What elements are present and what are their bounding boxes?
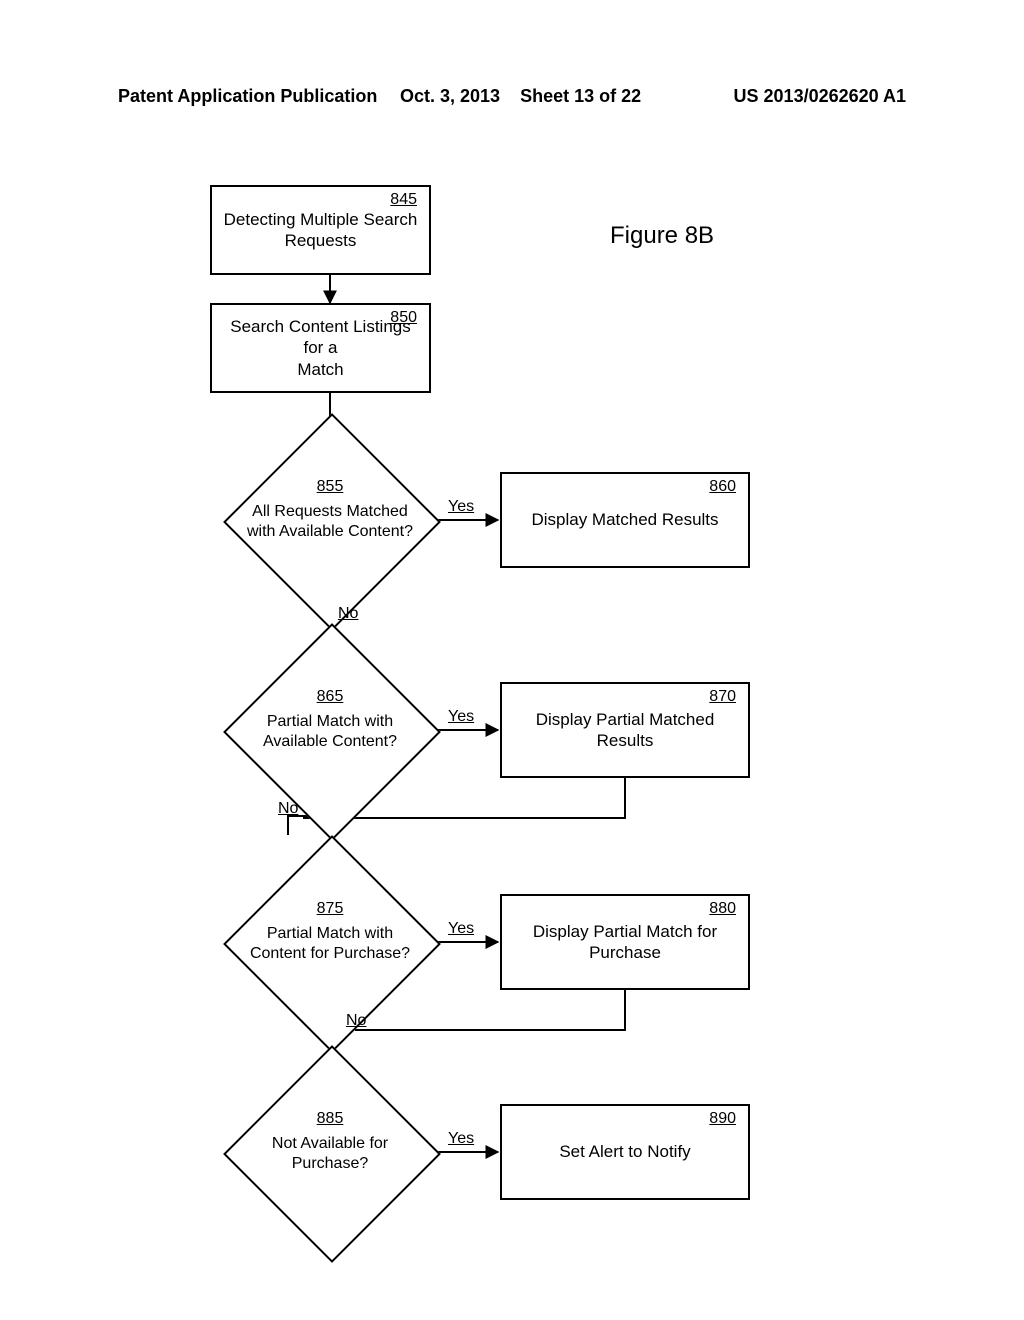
step-890-text: Set Alert to Notify bbox=[549, 1141, 700, 1162]
ref-875: 875 bbox=[238, 900, 422, 918]
label-yes-855: Yes bbox=[448, 498, 474, 516]
decision-865-text: Partial Match withAvailable Content? bbox=[263, 713, 397, 750]
ref-860: 860 bbox=[709, 478, 736, 496]
sheet-number: Sheet 13 of 22 bbox=[520, 86, 641, 106]
step-870: 870 Display Partial Matched Results bbox=[500, 682, 750, 778]
ref-880: 880 bbox=[709, 900, 736, 918]
pub-date-text: Oct. 3, 2013 bbox=[400, 86, 500, 106]
label-no-855: No bbox=[338, 605, 358, 623]
step-880: 880 Display Partial Match forPurchase bbox=[500, 894, 750, 990]
ref-850: 850 bbox=[390, 309, 417, 327]
page: Patent Application Publication Oct. 3, 2… bbox=[0, 0, 1024, 1320]
pub-number: US 2013/0262620 A1 bbox=[734, 86, 906, 107]
label-yes-865: Yes bbox=[448, 708, 474, 726]
step-845: 845 Detecting Multiple SearchRequests bbox=[210, 185, 431, 275]
decision-855: 855 All Requests Matchedwith Available C… bbox=[233, 478, 427, 542]
label-yes-885: Yes bbox=[448, 1130, 474, 1148]
decision-885: 885 Not Available forPurchase? bbox=[250, 1110, 410, 1174]
step-860: 860 Display Matched Results bbox=[500, 472, 750, 568]
figure-label: Figure 8B bbox=[610, 222, 714, 250]
step-870-text: Display Partial Matched Results bbox=[502, 709, 748, 752]
ref-890: 890 bbox=[709, 1110, 736, 1128]
ref-885: 885 bbox=[250, 1110, 410, 1128]
label-yes-875: Yes bbox=[448, 920, 474, 938]
step-890: 890 Set Alert to Notify bbox=[500, 1104, 750, 1200]
step-860-text: Display Matched Results bbox=[521, 509, 728, 530]
pub-date: Oct. 3, 2013 Sheet 13 of 22 bbox=[400, 86, 641, 107]
step-880-text: Display Partial Match forPurchase bbox=[523, 921, 727, 964]
label-no-875: No bbox=[346, 1012, 366, 1030]
ref-855: 855 bbox=[233, 478, 427, 496]
decision-875: 875 Partial Match withContent for Purcha… bbox=[238, 900, 422, 964]
decision-875-text: Partial Match withContent for Purchase? bbox=[250, 925, 410, 962]
ref-870: 870 bbox=[709, 688, 736, 706]
pub-type: Patent Application Publication bbox=[118, 86, 377, 107]
label-no-865: No bbox=[278, 800, 298, 818]
step-850: 850 Search Content Listings for aMatch bbox=[210, 303, 431, 393]
ref-865: 865 bbox=[243, 688, 417, 706]
decision-885-text: Not Available forPurchase? bbox=[272, 1135, 388, 1172]
decision-865: 865 Partial Match withAvailable Content? bbox=[243, 688, 417, 752]
ref-845: 845 bbox=[390, 191, 417, 209]
step-845-text: Detecting Multiple SearchRequests bbox=[214, 209, 428, 252]
decision-855-text: All Requests Matchedwith Available Conte… bbox=[247, 503, 413, 540]
